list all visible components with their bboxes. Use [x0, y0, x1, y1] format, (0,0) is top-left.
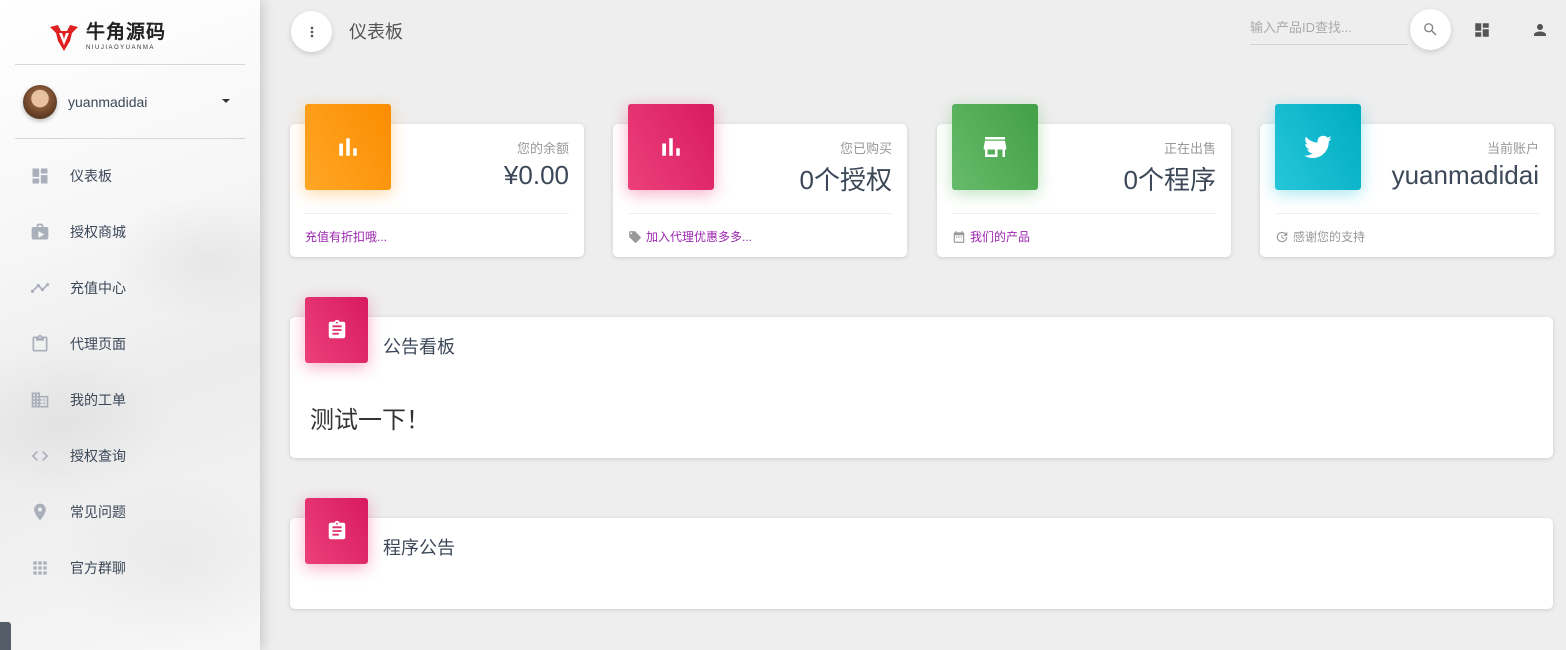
stat-value: 0个授权 — [799, 165, 892, 195]
sidebar-item-label: 授权查询 — [70, 448, 126, 464]
update-icon — [1276, 231, 1288, 242]
user-name: yuanmadidai — [68, 94, 148, 110]
bull-logo-icon — [50, 25, 78, 51]
location-pin-icon — [30, 502, 50, 522]
stat-divider — [628, 213, 892, 214]
twitter-bird-icon — [1304, 135, 1332, 158]
panel-title: 程序公告 — [383, 538, 455, 558]
sidebar-item-group-chat[interactable]: 官方群聊 — [0, 540, 260, 596]
sidebar-item-recharge[interactable]: 充值中心 — [0, 260, 260, 316]
stat-divider — [1275, 213, 1539, 214]
dashboard-shortcut-button[interactable] — [1471, 19, 1493, 41]
dashboard-icon — [30, 166, 50, 186]
stat-card-purchased: 您已购买 0个授权 加入代理优惠多多... — [613, 104, 907, 257]
stat-value: ¥0.00 — [503, 160, 569, 190]
clipboard-icon — [30, 334, 50, 354]
avatar — [23, 85, 57, 119]
brand-logo[interactable]: 牛角源码 NIUJIAOYUANMA — [48, 20, 166, 54]
panel-header — [305, 297, 368, 363]
bar-chart-icon — [662, 138, 680, 156]
sidebar-item-agent[interactable]: 代理页面 — [0, 316, 260, 372]
announcement-panel: 公告看板 测试一下！ — [290, 297, 1553, 458]
sidebar-item-label: 仪表板 — [70, 168, 112, 184]
panel-title: 公告看板 — [383, 337, 455, 357]
sidebar: 牛角源码 NIUJIAOYUANMA yuanmadidai 仪表板 授权商城 … — [0, 0, 260, 650]
calendar-icon — [953, 230, 965, 243]
stat-category: 正在出售 — [1163, 141, 1216, 156]
caret-down-icon — [222, 99, 230, 103]
sidebar-divider — [15, 64, 245, 65]
sidebar-nav: 仪表板 授权商城 充值中心 代理页面 我的工单 授权查询 常见问题 官方群聊 — [0, 148, 260, 596]
stat-card-header — [305, 104, 391, 190]
topbar: 仪表板 — [260, 0, 1566, 62]
program-notice-panel: 程序公告 — [290, 498, 1553, 609]
search-button[interactable] — [1410, 9, 1451, 50]
stat-card-header — [952, 104, 1038, 190]
apps-grid-icon — [30, 558, 50, 578]
stat-category: 您的余额 — [516, 141, 569, 156]
sidebar-item-label: 代理页面 — [70, 336, 126, 352]
stat-value: yuanmadidai — [1391, 160, 1539, 190]
search-field — [1250, 12, 1408, 45]
products-link[interactable]: 我们的产品 — [970, 228, 1030, 245]
stat-card-account: 当前账户 yuanmadidai 感谢您的支持 — [1260, 104, 1554, 257]
panel-header — [305, 498, 368, 564]
stat-divider — [305, 213, 569, 214]
search-input[interactable] — [1250, 12, 1408, 42]
sidebar-item-dashboard[interactable]: 仪表板 — [0, 148, 260, 204]
sidebar-item-label: 充值中心 — [70, 280, 126, 296]
side-tab-handle[interactable] — [0, 622, 11, 650]
stat-divider — [952, 213, 1216, 214]
stat-category: 您已购买 — [839, 141, 892, 156]
brand-name: 牛角源码 — [86, 21, 167, 43]
stat-card-balance: 您的余额 ¥0.00 充值有折扣哦... — [290, 104, 584, 257]
announcement-content: 测试一下！ — [310, 407, 430, 434]
search-icon — [1424, 23, 1437, 36]
assignment-icon — [328, 319, 345, 339]
page-title: 仪表板 — [349, 22, 403, 42]
user-menu[interactable]: yuanmadidai — [23, 84, 240, 120]
sidebar-item-faq[interactable]: 常见问题 — [0, 484, 260, 540]
sidebar-item-label: 常见问题 — [70, 504, 126, 520]
trending-up-icon — [30, 278, 50, 298]
profile-button[interactable] — [1529, 19, 1551, 41]
bar-chart-icon — [339, 138, 357, 156]
code-icon — [30, 446, 50, 466]
building-icon — [30, 390, 50, 410]
person-icon — [1534, 24, 1546, 36]
stat-value: 0个程序 — [1123, 165, 1216, 195]
tag-icon — [629, 230, 641, 243]
assignment-icon — [328, 520, 345, 540]
sidebar-item-label: 我的工单 — [70, 392, 126, 408]
sidebar-item-license-query[interactable]: 授权查询 — [0, 428, 260, 484]
sidebar-item-tickets[interactable]: 我的工单 — [0, 372, 260, 428]
sidebar-item-label: 官方群聊 — [70, 560, 126, 576]
recharge-link[interactable]: 充值有折扣哦... — [305, 228, 387, 245]
stat-card-on-sale: 正在出售 0个程序 我们的产品 — [937, 104, 1231, 257]
stat-card-header — [1275, 104, 1361, 190]
sidebar-divider — [15, 138, 245, 139]
agent-link[interactable]: 加入代理优惠多多... — [646, 228, 752, 245]
more-vert-icon — [310, 26, 313, 37]
thanks-text: 感谢您的支持 — [1293, 230, 1366, 244]
dashboard-icon — [1475, 23, 1489, 37]
shopping-bag-icon — [30, 222, 50, 242]
store-icon — [983, 137, 1007, 157]
sidebar-item-label: 授权商城 — [70, 224, 126, 240]
sidebar-toggle-button[interactable] — [291, 11, 332, 52]
stat-card-header — [628, 104, 714, 190]
stat-category: 当前账户 — [1486, 141, 1539, 156]
brand-subtitle: NIUJIAOYUANMA — [86, 45, 155, 51]
sidebar-item-license-store[interactable]: 授权商城 — [0, 204, 260, 260]
